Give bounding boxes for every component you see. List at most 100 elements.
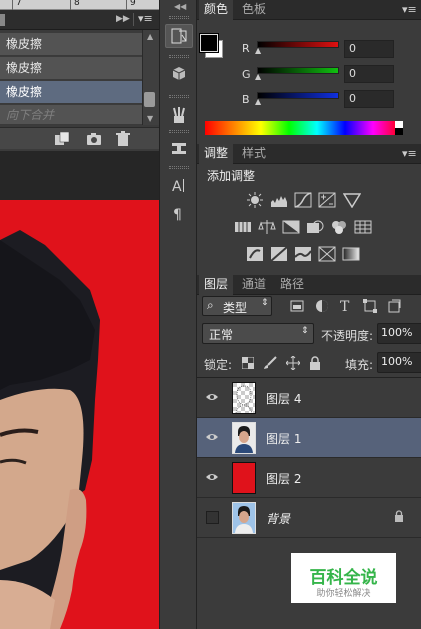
character-icon: A	[172, 179, 184, 195]
levels-icon[interactable]	[270, 192, 288, 208]
tab-swatches[interactable]: 色板	[237, 0, 271, 20]
green-value-field[interactable]: 0	[344, 65, 394, 83]
curves-icon[interactable]	[294, 192, 312, 208]
collapse-dock-icon[interactable]: ◀◀	[174, 2, 186, 11]
layer-filter-kind-select[interactable]: ⌕ 类型 ⇕	[202, 296, 272, 316]
fill-field[interactable]: 100%	[377, 352, 421, 373]
layer-row[interactable]: 图层 4	[197, 378, 421, 418]
tab-label: 图层	[204, 277, 229, 291]
lock-transparent-icon[interactable]	[242, 357, 254, 369]
white-chip[interactable]	[395, 121, 403, 128]
history-state[interactable]: 橡皮擦	[0, 57, 142, 80]
threshold-icon[interactable]	[294, 246, 312, 262]
filter-type-icon[interactable]: T	[339, 298, 353, 314]
panel-dock-toolbar: ◀◀ A ¶	[159, 0, 197, 629]
filter-adjustment-icon[interactable]	[315, 299, 329, 313]
visibility-toggle-off[interactable]	[206, 511, 219, 524]
history-state[interactable]: 橡皮擦	[0, 33, 142, 56]
filter-shape-icon[interactable]	[363, 299, 377, 313]
scroll-up-icon[interactable]: ▲	[147, 32, 153, 41]
3d-panel-button[interactable]	[165, 62, 193, 86]
selective-color-icon[interactable]	[318, 246, 336, 262]
history-state-selected[interactable]: 橡皮擦	[0, 81, 142, 104]
tab-adjustments[interactable]: 调整	[199, 144, 234, 164]
new-document-from-state-icon[interactable]	[54, 132, 70, 146]
blue-slider[interactable]	[257, 92, 339, 99]
camera-icon[interactable]	[86, 132, 102, 146]
lock-all-icon[interactable]	[309, 356, 321, 370]
channel-label: G	[242, 68, 251, 81]
black-white-icon[interactable]	[282, 219, 300, 235]
tab-label: 颜色	[204, 2, 229, 16]
photo-filter-icon[interactable]	[306, 219, 324, 235]
black-chip[interactable]	[395, 128, 403, 135]
blue-value-field[interactable]: 0	[344, 90, 394, 108]
foreground-color-swatch[interactable]	[199, 33, 219, 53]
channel-mixer-icon[interactable]	[330, 219, 348, 235]
watermark-title: 百科全说	[309, 568, 378, 588]
filter-pixel-icon[interactable]	[290, 299, 304, 313]
lock-image-brush-icon[interactable]	[263, 356, 277, 370]
collapse-panel-icon[interactable]: ▶▶	[116, 14, 130, 24]
portrait-thumbnail	[235, 426, 253, 453]
tab-label: 通道	[242, 277, 267, 291]
lock-position-move-icon[interactable]	[286, 356, 300, 370]
eye-icon[interactable]	[205, 432, 219, 442]
history-panel-button[interactable]	[165, 24, 193, 48]
layer-thumbnail	[232, 422, 256, 454]
layer-row[interactable]: 背景	[197, 498, 421, 538]
tab-layers[interactable]: 图层	[199, 275, 234, 295]
color-lookup-icon[interactable]	[354, 219, 372, 235]
tab-channels[interactable]: 通道	[237, 275, 271, 295]
green-slider[interactable]	[257, 67, 339, 74]
history-state-label: 橡皮擦	[6, 37, 43, 51]
color-ramp[interactable]	[205, 121, 401, 135]
character-panel-button[interactable]: A	[165, 174, 193, 198]
panel-menu-icon[interactable]: ▾≡	[402, 3, 417, 16]
brush-presets-button[interactable]	[165, 104, 193, 128]
opacity-field[interactable]: 100%	[377, 323, 421, 344]
brightness-contrast-icon[interactable]	[246, 192, 264, 208]
canvas-pasteboard	[0, 151, 159, 200]
search-icon: ⌕	[207, 298, 214, 312]
hue-saturation-icon[interactable]	[234, 219, 252, 235]
exposure-icon[interactable]	[318, 192, 336, 208]
history-state-disabled[interactable]: 向下合并	[0, 105, 142, 125]
clone-source-button[interactable]	[165, 136, 193, 160]
layer-row[interactable]: 图层 2	[197, 458, 421, 498]
trash-icon[interactable]	[116, 131, 130, 146]
history-scrollbar[interactable]: ▲ ▼	[142, 30, 159, 125]
color-panel-tabs: 颜色 色板 ▾≡	[197, 0, 421, 20]
scroll-down-icon[interactable]: ▼	[147, 114, 153, 123]
gradient-map-icon[interactable]	[342, 246, 360, 262]
red-value-field[interactable]: 0	[344, 40, 394, 58]
invert-icon[interactable]	[246, 246, 264, 262]
red-slider[interactable]	[257, 41, 339, 48]
history-footer	[0, 127, 159, 149]
tab-label: 调整	[204, 146, 229, 160]
vibrance-icon[interactable]	[343, 192, 361, 208]
eye-icon[interactable]	[205, 472, 219, 482]
tab-color[interactable]: 颜色	[199, 0, 234, 20]
tab-paths[interactable]: 路径	[275, 275, 309, 295]
tab-label: 色板	[242, 2, 267, 16]
ruler-mark: 7	[16, 0, 22, 8]
slider-handle-icon[interactable]: ▲	[255, 72, 261, 81]
tab-styles[interactable]: 样式	[237, 144, 271, 164]
slider-handle-icon[interactable]: ▲	[255, 97, 261, 106]
color-balance-icon[interactable]	[258, 219, 276, 235]
posterize-icon[interactable]	[270, 246, 288, 262]
layer-row-selected[interactable]: 图层 1	[197, 418, 421, 458]
eye-icon[interactable]	[205, 392, 219, 402]
scrollbar-thumb[interactable]	[144, 92, 155, 107]
portrait-thumbnail	[233, 503, 255, 533]
panel-menu-icon[interactable]: ▾≡	[402, 147, 417, 160]
canvas-image[interactable]	[0, 200, 159, 629]
filter-smart-object-icon[interactable]	[387, 299, 401, 313]
paragraph-panel-button[interactable]: ¶	[165, 202, 193, 226]
paragraph-icon: ¶	[173, 207, 182, 223]
panel-menu-icon[interactable]: ▾≡	[138, 12, 153, 25]
head-silhouette	[235, 385, 253, 414]
blend-mode-select[interactable]: 正常 ⇕	[202, 323, 314, 344]
slider-handle-icon[interactable]: ▲	[255, 46, 261, 55]
